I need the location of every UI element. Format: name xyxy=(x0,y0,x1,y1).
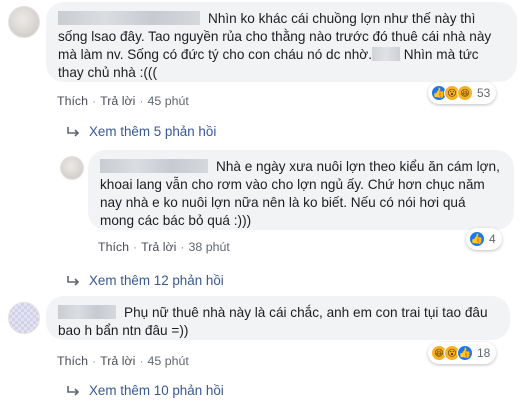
reply-arrow-icon xyxy=(67,126,80,137)
comment-actions: Thích · Trả lời · 45 phút xyxy=(57,94,189,108)
reply-link[interactable]: Trả lời xyxy=(100,94,135,108)
view-more-replies-label: Xem thêm 5 phản hồi xyxy=(89,124,217,139)
like-link[interactable]: Thích xyxy=(57,354,88,368)
reaction-count: 18 xyxy=(477,346,491,360)
avatar[interactable] xyxy=(8,302,40,334)
avatar[interactable] xyxy=(8,6,40,38)
haha-icon: 😆 xyxy=(457,85,473,101)
view-more-replies-label: Xem thêm 10 phản hồi xyxy=(89,383,224,398)
comment-bubble: Nhìn ko khác cái chuồng lợn như thế này … xyxy=(46,2,517,82)
reaction-count: 4 xyxy=(489,232,496,246)
reply-arrow-icon xyxy=(67,385,80,396)
commenter-name-redacted[interactable] xyxy=(100,159,208,173)
redacted-text xyxy=(371,47,400,61)
reaction-count: 53 xyxy=(477,86,491,100)
like-icon: 👍 xyxy=(457,345,473,361)
timestamp[interactable]: 45 phút xyxy=(147,94,188,108)
reply-link[interactable]: Trả lời xyxy=(100,354,135,368)
commenter-name-redacted[interactable] xyxy=(58,305,116,319)
view-more-replies-label: Xem thêm 12 phản hồi xyxy=(89,273,224,288)
like-icon: 👍 xyxy=(469,231,485,247)
comment-bubble: Nhà e ngày xưa nuôi lợn theo kiểu ăn cám… xyxy=(88,150,514,230)
like-link[interactable]: Thích xyxy=(57,94,88,108)
view-more-replies-link[interactable]: Xem thêm 12 phản hồi xyxy=(67,273,224,288)
reply-link[interactable]: Trả lời xyxy=(141,240,176,254)
reaction-summary[interactable]: 😆 😮 👍 18 xyxy=(428,342,497,364)
comment-actions: Thích · Trả lời · 45 phút xyxy=(57,354,189,368)
reaction-summary[interactable]: 👍 4 xyxy=(466,228,502,250)
comment-bubble: Phụ nữ thuê nhà này là cái chắc, anh em … xyxy=(46,296,510,340)
reply-arrow-icon xyxy=(67,275,80,286)
avatar[interactable] xyxy=(60,156,84,180)
comment-text: Phụ nữ thuê nhà này là cái chắc, anh em … xyxy=(58,305,488,338)
view-more-replies-link[interactable]: Xem thêm 5 phản hồi xyxy=(67,124,216,139)
reaction-summary[interactable]: 👍 😮 😆 53 xyxy=(428,82,497,104)
like-link[interactable]: Thích xyxy=(98,240,129,254)
timestamp[interactable]: 38 phút xyxy=(188,240,229,254)
comment-actions: Thích · Trả lời · 38 phút xyxy=(98,240,230,254)
commenter-name-redacted[interactable] xyxy=(58,11,200,25)
timestamp[interactable]: 45 phút xyxy=(147,354,188,368)
view-more-replies-link[interactable]: Xem thêm 10 phản hồi xyxy=(67,383,224,398)
